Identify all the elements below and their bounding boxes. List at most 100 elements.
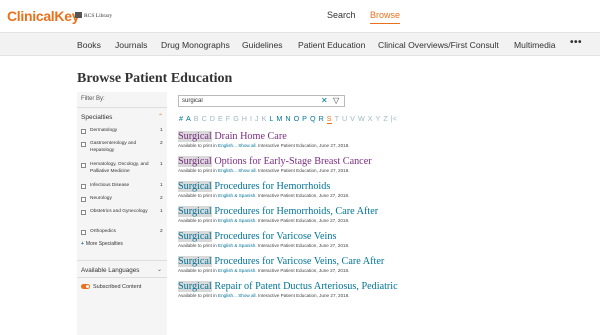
plus-icon: + (81, 241, 84, 247)
specialty-filter-orthopedics[interactable]: Orthopedics 2 (81, 229, 167, 237)
chevron-up-icon[interactable]: ⌃ (158, 113, 163, 120)
more-specialties-link[interactable]: + More Specialties (81, 241, 123, 247)
letter-z: Z (383, 114, 388, 123)
divider (77, 107, 167, 108)
letter-b: B (193, 114, 199, 123)
search-highlight: Surgical (178, 206, 212, 217)
meta-source: Interactive Patient Education, June 27, … (256, 243, 350, 248)
letter-a[interactable]: A (186, 114, 191, 123)
letter-o[interactable]: O (294, 114, 300, 123)
letter-s[interactable]: S (326, 114, 332, 124)
meta-source: Interactive Patient Education, June 27, … (256, 218, 350, 223)
nav-multimedia[interactable]: Multimedia (514, 40, 556, 50)
result-title-link[interactable]: Surgical Drain Home Care (178, 131, 598, 142)
search-link[interactable]: Search (327, 10, 356, 20)
specialty-filter-dermatology[interactable]: Dermatology 1 (81, 128, 167, 136)
letter-w: W (357, 114, 365, 123)
language-link[interactable]: English... (218, 168, 237, 173)
meta-prefix: Available to print in (178, 293, 219, 298)
search-highlight: Surgical (178, 156, 212, 167)
nav-books[interactable]: Books (77, 40, 101, 50)
specialty-filter-infectious-disease[interactable]: Infectious Disease 1 (81, 183, 167, 191)
letter-q[interactable]: Q (310, 114, 316, 123)
library-name: RCS Library (84, 13, 113, 19)
specialty-label: Orthopedics (90, 229, 116, 234)
toggle-switch[interactable] (81, 284, 90, 289)
search-highlight: Surgical (178, 131, 212, 142)
result-title-link[interactable]: Surgical Procedures for Hemorrhoids, Car… (178, 206, 598, 217)
result-title-link[interactable]: Surgical Procedures for Varicose Veins, … (178, 256, 598, 267)
language-link[interactable]: English... (218, 143, 237, 148)
result-title-rest: Procedures for Hemorrhoids, Care After (211, 206, 379, 217)
clinicalkey-logo[interactable]: ClinicalKey (7, 8, 79, 24)
letter-n[interactable]: N (285, 114, 290, 123)
specialty-filter-gastroenterology[interactable]: Gastroenterology and Hepatology 2 (81, 141, 167, 155)
subscribed-content-toggle[interactable]: Subscribed Content (81, 284, 141, 290)
result-title-link[interactable]: Surgical Procedures for Hemorrhoids (178, 181, 598, 192)
checkbox[interactable] (81, 142, 86, 147)
letter-d: D (209, 114, 215, 123)
filter-sidebar: Filter By: Specialties ⌃ Dermatology 1 G… (77, 92, 167, 335)
meta-source: Interactive Patient Education, June 27, … (256, 168, 350, 173)
nav-drug-monographs[interactable]: Drug Monographs (161, 40, 230, 50)
letter-l[interactable]: L (269, 114, 273, 123)
result-title-link[interactable]: Surgical Options for Early-Stage Breast … (178, 156, 598, 167)
nav-patient-education[interactable]: Patient Education (298, 40, 365, 50)
letter-h: H (241, 114, 247, 123)
meta-prefix: Available to print in (178, 168, 219, 173)
clear-icon[interactable]: ✕ (321, 96, 328, 105)
checkbox[interactable] (81, 129, 86, 134)
top-header: ClinicalKey RCS Library Search Browse (0, 0, 600, 32)
show-all-link[interactable]: Show all. (237, 168, 257, 173)
chevron-down-icon[interactable]: ⌄ (157, 266, 162, 273)
more-menu-icon[interactable]: ••• (570, 37, 582, 48)
specialty-filter-obstetrics[interactable]: Obstetrics and Gynecology 1 (81, 209, 167, 223)
specialty-filter-neurology[interactable]: Neurology 2 (81, 196, 167, 204)
checkbox[interactable] (81, 163, 86, 168)
language-link[interactable]: English & Spanish. (218, 268, 257, 273)
divider (77, 260, 167, 261)
search-input[interactable] (182, 97, 312, 105)
letter-m[interactable]: M (276, 114, 282, 123)
letter-first: |< (390, 114, 397, 123)
available-languages-heading[interactable]: Available Languages (81, 267, 139, 274)
checkbox[interactable] (81, 210, 86, 215)
checkbox[interactable] (81, 230, 86, 235)
language-link[interactable]: English & Spanish. (218, 218, 257, 223)
show-all-link[interactable]: Show all. (237, 143, 257, 148)
letter-j: J (254, 114, 259, 123)
more-specialties-label: More Specialties (85, 241, 123, 247)
show-all-link[interactable]: Show all. (237, 293, 257, 298)
letter-r[interactable]: R (319, 114, 324, 123)
letter-v: V (350, 114, 355, 123)
letter-f: F (225, 114, 231, 123)
result-meta: Available to print in English & Spanish.… (178, 243, 598, 248)
nav-guidelines[interactable]: Guidelines (242, 40, 283, 50)
language-link[interactable]: English & Spanish. (218, 243, 257, 248)
nav-clinical-overviews[interactable]: Clinical Overviews/First Consult (378, 40, 499, 50)
letter-hash[interactable]: # (179, 114, 183, 123)
letter-p[interactable]: P (302, 114, 307, 123)
result-meta: Available to print in English... Show al… (178, 168, 598, 173)
result-title-link[interactable]: Surgical Repair of Patent Ductus Arterio… (178, 281, 598, 292)
meta-prefix: Available to print in (178, 143, 219, 148)
alphabet-index: # A B C D E F G H I J K L M N O P Q R S T U V W X Y Z |< (179, 114, 400, 124)
checkbox[interactable] (81, 184, 86, 189)
specialty-label: Infectious Disease (90, 183, 130, 188)
divider (77, 277, 167, 278)
specialties-heading[interactable]: Specialties (81, 114, 112, 121)
result-title-rest: Drain Home Care (211, 131, 287, 142)
language-link[interactable]: English & Spanish. (218, 193, 257, 198)
result-meta: Available to print in English & Spanish.… (178, 218, 598, 223)
result-title-link[interactable]: Surgical Procedures for Varicose Veins (178, 231, 598, 242)
nav-journals[interactable]: Journals (115, 40, 147, 50)
browse-link[interactable]: Browse (370, 10, 401, 24)
search-box: ✕ ▽ (178, 95, 345, 107)
meta-prefix: Available to print in (178, 218, 219, 223)
language-link[interactable]: English... (218, 293, 237, 298)
specialty-filter-hematology[interactable]: Hematology, Oncology, and Palliative Med… (81, 162, 167, 182)
result-title-rest: Procedures for Hemorrhoids (211, 181, 331, 192)
filter-icon[interactable]: ▽ (333, 96, 339, 105)
specialty-count: 2 (160, 141, 163, 146)
checkbox[interactable] (81, 197, 86, 202)
